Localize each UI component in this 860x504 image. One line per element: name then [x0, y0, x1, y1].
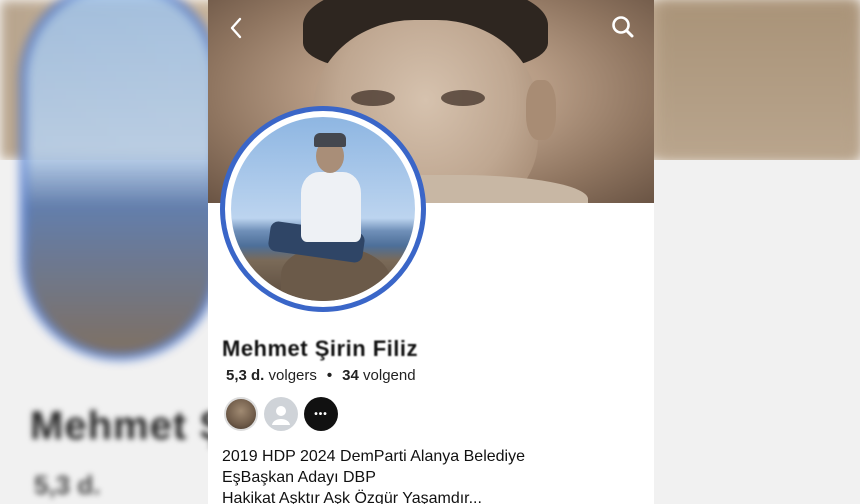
followers-count: 5,3 d. [226, 367, 265, 384]
chevron-left-icon [230, 17, 242, 39]
more-button[interactable]: ••• [304, 397, 338, 431]
cover-ear [526, 80, 556, 140]
separator-dot: • [326, 367, 333, 384]
profile-bio: 2019 HDP 2024 DemParti Alanya Belediye E… [222, 446, 642, 504]
profile-avatar[interactable] [231, 117, 415, 301]
bio-line: Hakikat Aşktır Aşk Özgür Yaşamdır... [222, 490, 482, 504]
cover-eye-right [441, 90, 485, 106]
search-button[interactable] [610, 14, 638, 42]
avatar-hat [314, 133, 346, 147]
follow-stats: 5,3 d. volgers • 34 volgend [226, 367, 416, 384]
back-button[interactable] [222, 14, 250, 42]
bio-line: 2019 HDP 2024 DemParti Alanya Belediye [222, 448, 525, 465]
following-count: 34 [342, 367, 359, 384]
mutual-row: ••• [224, 397, 338, 431]
mutual-user-avatar[interactable] [264, 397, 298, 431]
profile-name: Mehmet Şirin Filiz [222, 336, 419, 361]
followers-label: volgers [268, 367, 317, 384]
followers-link[interactable]: 5,3 d. volgers [226, 367, 317, 384]
profile-avatar-ring[interactable] [220, 106, 426, 312]
bio-line: EşBaşkan Adayı DBP [222, 469, 376, 486]
following-link[interactable]: 34 volgend [342, 367, 415, 384]
avatar-body [301, 172, 361, 242]
following-label: volgend [363, 367, 416, 384]
mutual-friend-avatar[interactable] [224, 397, 258, 431]
cover-eye-left [351, 90, 395, 106]
backdrop-stats-blur: 5,3 d. [34, 470, 101, 500]
profile-screen: Mehmet Şirin Filiz 5,3 d. volgers • 34 v… [208, 0, 654, 504]
search-icon [612, 16, 634, 38]
person-icon [272, 406, 290, 425]
backdrop-avatar-blur [20, 0, 220, 360]
backdrop-right-blur [655, 0, 860, 160]
more-horizontal-icon: ••• [314, 408, 328, 420]
